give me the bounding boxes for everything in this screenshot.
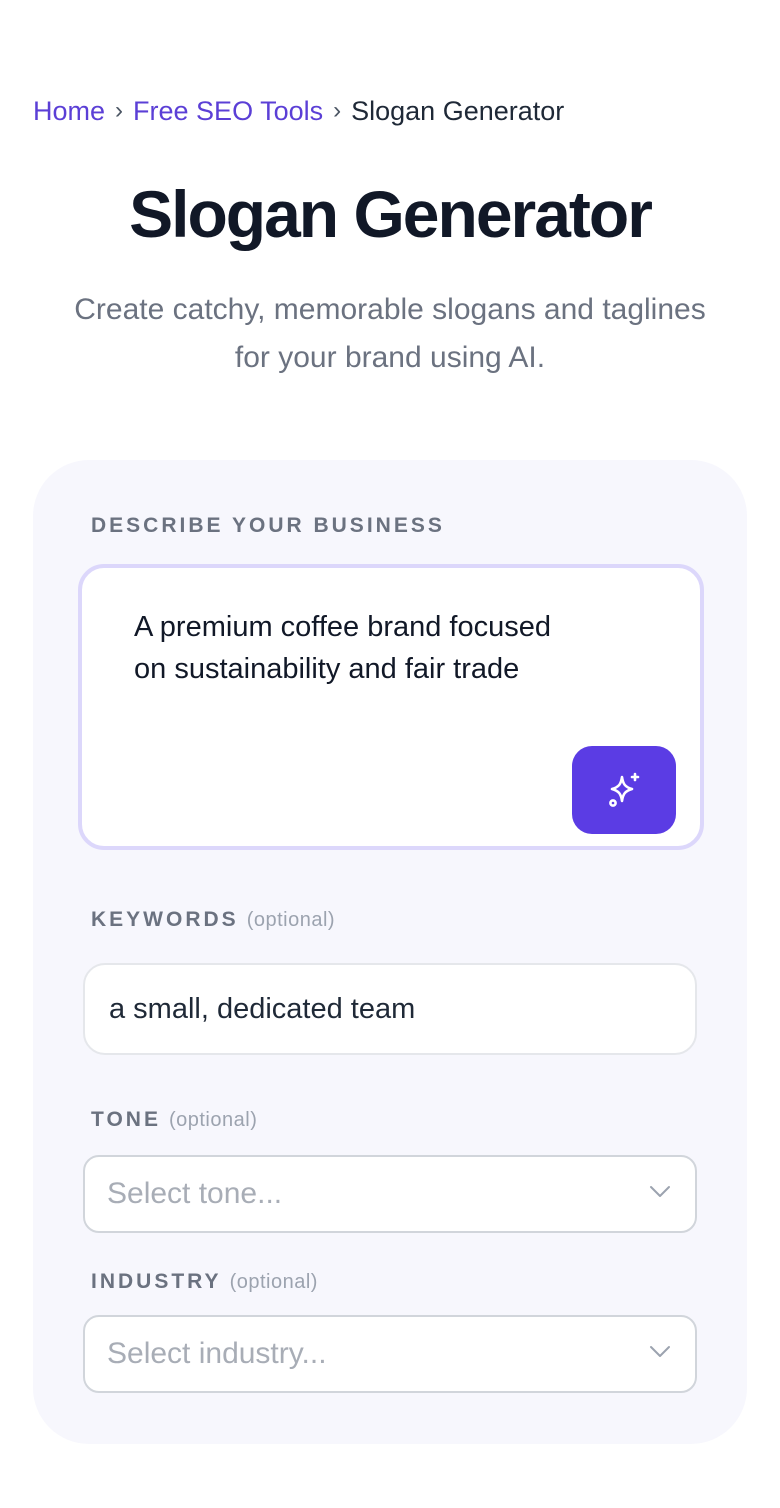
tone-select-placeholder: Select tone...	[107, 1177, 283, 1210]
breadcrumb-free-seo-tools-link[interactable]: Free SEO Tools	[133, 96, 323, 127]
industry-select-placeholder: Select industry...	[107, 1337, 327, 1370]
keywords-label: KEYWORDS (optional)	[91, 908, 335, 932]
tone-optional-hint: (optional)	[168, 1109, 258, 1131]
page-title: Slogan Generator	[129, 177, 653, 251]
business-description-value: A premium coffee brand focused on sustai…	[134, 606, 654, 690]
breadcrumb-current: Slogan Generator	[351, 95, 565, 126]
breadcrumb: Home › Free SEO Tools › Slogan Generator	[33, 92, 564, 130]
industry-optional-hint: (optional)	[229, 1271, 318, 1293]
keywords-label-text: KEYWORDS	[91, 908, 239, 931]
description-label-text: DESCRIBE YOUR BUSINESS	[91, 514, 445, 537]
description-line-2: on sustainability and fair trade	[134, 653, 520, 685]
tone-select[interactable]: Select tone...	[83, 1155, 697, 1233]
description-label: DESCRIBE YOUR BUSINESS	[91, 514, 445, 538]
subtitle-line-2: for your brand using AI.	[234, 341, 546, 374]
generate-slogans-button[interactable]	[572, 746, 676, 834]
industry-label-text: INDUSTRY	[91, 1270, 222, 1293]
breadcrumb-separator: ›	[333, 97, 342, 124]
industry-label: INDUSTRY (optional)	[91, 1270, 318, 1294]
business-description-textarea[interactable]: A premium coffee brand focused on sustai…	[78, 564, 704, 850]
description-line-1: A premium coffee brand focused	[134, 611, 551, 643]
chevron-down-icon	[650, 1186, 670, 1197]
industry-select[interactable]: Select industry...	[83, 1315, 697, 1393]
keywords-input-value: a small, dedicated team	[109, 992, 416, 1025]
tone-label-text: TONE	[91, 1108, 161, 1131]
breadcrumb-home-link[interactable]: Home	[33, 96, 105, 127]
chevron-down-icon	[650, 1346, 670, 1357]
tone-label: TONE (optional)	[91, 1108, 257, 1132]
page-subtitle: Create catchy, memorable slogans and tag…	[40, 286, 740, 382]
breadcrumb-separator: ›	[115, 97, 124, 124]
sparkles-icon	[609, 772, 640, 807]
keywords-optional-hint: (optional)	[246, 909, 336, 931]
subtitle-line-1: Create catchy, memorable slogans and tag…	[74, 293, 706, 326]
keywords-input[interactable]: a small, dedicated team	[83, 963, 697, 1055]
